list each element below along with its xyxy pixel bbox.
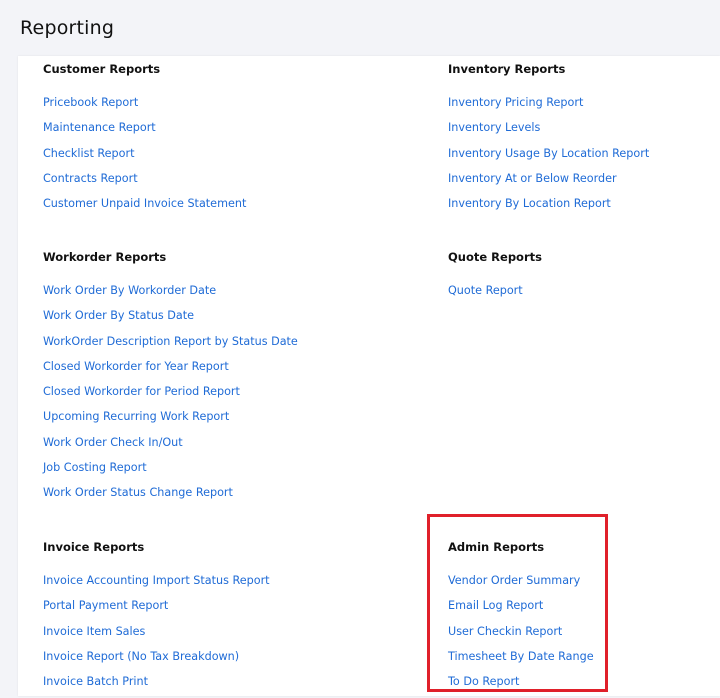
quote-report-link[interactable]: Quote Report [448,284,523,297]
job-costing-report-link[interactable]: Job Costing Report [43,461,147,474]
quote-reports-title: Quote Reports [448,250,542,264]
email-log-report-link[interactable]: Email Log Report [448,599,543,612]
customer-reports-section: Customer Reports Pricebook Report Mainte… [43,62,246,220]
workorder-reports-list: Work Order By Workorder Date Work Order … [43,282,298,510]
work-order-by-workorder-date-link[interactable]: Work Order By Workorder Date [43,284,216,297]
invoice-report-no-tax-breakdown-link[interactable]: Invoice Report (No Tax Breakdown) [43,650,239,663]
inventory-by-location-report-link[interactable]: Inventory By Location Report [448,197,611,210]
work-order-check-in-out-link[interactable]: Work Order Check In/Out [43,436,183,449]
admin-reports-list: Vendor Order Summary Email Log Report Us… [448,572,594,698]
vendor-order-summary-link[interactable]: Vendor Order Summary [448,574,580,587]
closed-workorder-for-period-report-link[interactable]: Closed Workorder for Period Report [43,385,240,398]
timesheet-by-date-range-link[interactable]: Timesheet By Date Range [448,650,594,663]
quote-reports-section: Quote Reports Quote Report [448,250,542,307]
inventory-reports-section: Inventory Reports Inventory Pricing Repo… [448,62,649,220]
invoice-reports-section: Invoice Reports Invoice Accounting Impor… [43,540,270,698]
workorder-description-report-link[interactable]: WorkOrder Description Report by Status D… [43,335,298,348]
workorder-reports-section: Workorder Reports Work Order By Workorde… [43,250,298,510]
admin-reports-section: Admin Reports Vendor Order Summary Email… [448,540,594,698]
inventory-usage-by-location-report-link[interactable]: Inventory Usage By Location Report [448,147,649,160]
customer-reports-title: Customer Reports [43,62,161,76]
inventory-levels-link[interactable]: Inventory Levels [448,121,540,134]
inventory-pricing-report-link[interactable]: Inventory Pricing Report [448,96,583,109]
invoice-item-sales-link[interactable]: Invoice Item Sales [43,625,145,638]
contracts-report-link[interactable]: Contracts Report [43,172,138,185]
invoice-batch-print-link[interactable]: Invoice Batch Print [43,675,148,688]
customer-reports-list: Pricebook Report Maintenance Report Chec… [43,94,246,220]
to-do-report-link[interactable]: To Do Report [448,675,519,688]
pricebook-report-link[interactable]: Pricebook Report [43,96,138,109]
workorder-reports-title: Workorder Reports [43,250,167,264]
closed-workorder-for-year-report-link[interactable]: Closed Workorder for Year Report [43,360,229,373]
admin-reports-title: Admin Reports [448,540,545,554]
maintenance-report-link[interactable]: Maintenance Report [43,121,156,134]
portal-payment-report-link[interactable]: Portal Payment Report [43,599,168,612]
work-order-status-change-report-link[interactable]: Work Order Status Change Report [43,486,233,499]
inventory-reports-title: Inventory Reports [448,62,566,76]
upcoming-recurring-work-report-link[interactable]: Upcoming Recurring Work Report [43,410,229,423]
checklist-report-link[interactable]: Checklist Report [43,147,135,160]
user-checkin-report-link[interactable]: User Checkin Report [448,625,562,638]
page-title: Reporting [20,17,115,39]
quote-reports-list: Quote Report [448,282,542,307]
inventory-reports-list: Inventory Pricing Report Inventory Level… [448,94,649,220]
work-order-by-status-date-link[interactable]: Work Order By Status Date [43,309,194,322]
invoice-reports-title: Invoice Reports [43,540,145,554]
invoice-reports-list: Invoice Accounting Import Status Report … [43,572,270,698]
inventory-at-or-below-reorder-link[interactable]: Inventory At or Below Reorder [448,172,617,185]
customer-unpaid-invoice-statement-link[interactable]: Customer Unpaid Invoice Statement [43,197,246,210]
invoice-accounting-import-status-report-link[interactable]: Invoice Accounting Import Status Report [43,574,270,587]
